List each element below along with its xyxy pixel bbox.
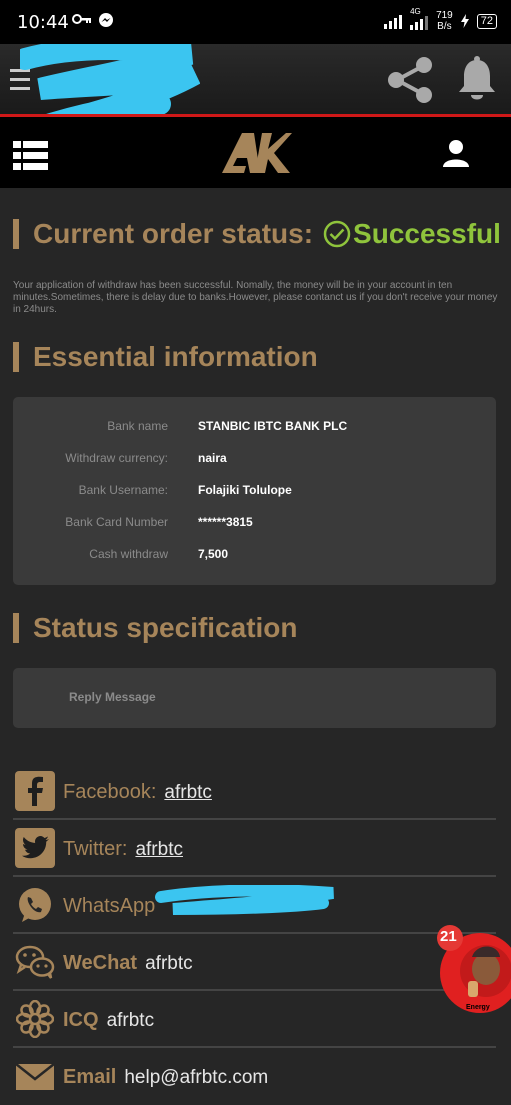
net-speed-value: 719 — [436, 10, 453, 21]
reply-message-label: Reply Message — [69, 690, 156, 704]
info-row: Cash withdraw 7,500 — [13, 547, 496, 567]
social-label: WeChat — [63, 952, 138, 974]
key-icon — [72, 14, 91, 24]
notification-count: 21 — [440, 928, 457, 945]
essential-heading: Essential information — [13, 341, 318, 373]
social-handle: afrbtc — [106, 1010, 155, 1031]
order-status-heading: Current order status: Successful — [13, 218, 501, 250]
social-name: ICQ afrbtc — [63, 1009, 154, 1032]
avatar-caption: Energy — [466, 1004, 490, 1011]
status-bar: 10:44 4G 719 B/s 72 — [0, 0, 511, 44]
order-status-title: Current order status: — [33, 218, 314, 249]
social-email[interactable]: Email help@afrbtc.com — [13, 1048, 496, 1105]
net-speed-unit: B/s — [437, 21, 452, 32]
whatsapp-icon — [15, 885, 55, 925]
social-wechat[interactable]: WeChat afrbtc — [13, 934, 496, 991]
wechat-icon — [15, 942, 55, 982]
social-handle-link[interactable]: afrbtc — [164, 782, 212, 803]
social-icq[interactable]: ICQ afrbtc — [13, 991, 496, 1048]
share-icon[interactable] — [386, 56, 434, 104]
signal-icon-2 — [410, 14, 429, 30]
charging-icon — [460, 14, 469, 28]
info-label: Cash withdraw — [89, 547, 168, 561]
email-icon — [15, 1056, 55, 1096]
heading-accent-bar — [13, 342, 19, 372]
twitter-icon — [15, 828, 55, 868]
essential-info-card: Bank name STANBIC IBTC BANK PLC Withdraw… — [13, 397, 496, 585]
brand-logo — [222, 133, 292, 173]
social-handle: afrbtc — [145, 953, 193, 974]
icq-icon — [15, 999, 55, 1039]
app-bar — [0, 38, 511, 140]
heading-accent-bar — [13, 613, 19, 643]
status-success: Successful — [323, 218, 501, 250]
social-name: WeChat afrbtc — [63, 952, 193, 975]
info-label: Withdraw currency: — [65, 451, 168, 465]
info-label: Bank Username: — [78, 483, 168, 497]
signal-icon — [384, 13, 403, 29]
order-status-note: Your application of withdraw has been su… — [13, 280, 498, 315]
status-value: Successful — [353, 218, 501, 249]
social-twitter[interactable]: Twitter: afrbtc — [13, 820, 496, 877]
status-spec-heading: Status specification — [13, 612, 298, 644]
bell-icon[interactable] — [457, 56, 497, 102]
chat-head-bubble[interactable]: 21 Energy — [432, 925, 511, 1015]
social-handle: help@afrbtc.com — [124, 1067, 269, 1088]
social-name: Facebook: afrbtc — [63, 781, 212, 804]
info-value: 7,500 — [198, 547, 229, 561]
network-type: 4G — [410, 7, 421, 16]
logo-bar — [0, 117, 511, 188]
essential-title: Essential information — [33, 341, 318, 372]
facebook-icon — [15, 771, 55, 811]
social-whatsapp[interactable]: WhatsApp — [13, 877, 496, 934]
net-speed: 719 B/s — [436, 10, 453, 32]
heading-accent-bar — [13, 219, 19, 249]
info-row: Bank name STANBIC IBTC BANK PLC — [13, 419, 496, 439]
info-label: Bank name — [107, 419, 168, 433]
social-label: Facebook: — [63, 781, 157, 803]
info-row: Withdraw currency: naira — [13, 451, 496, 471]
redacted-scribble — [153, 884, 343, 917]
social-label: WhatsApp — [63, 895, 156, 917]
check-circle-icon — [323, 220, 351, 248]
status-spec-title: Status specification — [33, 612, 298, 643]
social-handle-link[interactable]: afrbtc — [135, 839, 183, 860]
reply-message-card: Reply Message — [13, 668, 496, 728]
info-row: Bank Username: Folajiki Tolulope — [13, 483, 496, 503]
network-indicator: 4G — [410, 7, 429, 30]
social-label: Twitter: — [63, 838, 128, 860]
social-label: Email — [63, 1066, 117, 1088]
notification-icons — [72, 12, 114, 28]
status-right: 4G 719 B/s 72 — [384, 7, 497, 32]
info-value: STANBIC IBTC BANK PLC — [198, 419, 348, 433]
messenger-icon — [99, 13, 113, 27]
social-name: WhatsApp — [63, 895, 163, 918]
info-label: Bank Card Number — [65, 515, 168, 529]
social-label: ICQ — [63, 1009, 99, 1031]
social-name: Email help@afrbtc.com — [63, 1066, 268, 1089]
list-icon[interactable] — [13, 141, 48, 171]
info-value: naira — [198, 451, 227, 465]
battery-icon: 72 — [476, 13, 497, 29]
social-name: Twitter: afrbtc — [63, 838, 183, 861]
info-value: ******3815 — [198, 515, 253, 529]
status-time: 10:44 — [17, 12, 69, 33]
social-facebook[interactable]: Facebook: afrbtc — [13, 763, 496, 820]
info-value: Folajiki Tolulope — [198, 483, 292, 497]
info-row: Bank Card Number ******3815 — [13, 515, 496, 535]
user-icon[interactable] — [442, 139, 470, 167]
